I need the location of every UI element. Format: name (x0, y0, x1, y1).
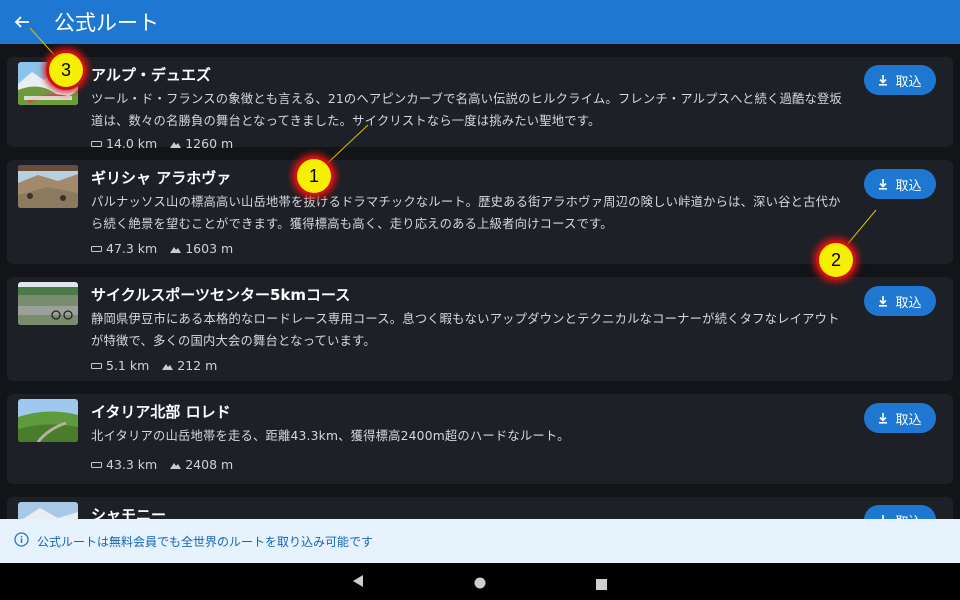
info-banner: 公式ルートは無料会員でも全世界のルートを取り込み可能です (0, 519, 960, 563)
route-description: パルナッソス山の標高高い山岳地帯を抜けるドラマチックなルート。歴史ある街アラホヴ… (91, 195, 841, 231)
ruler-icon (91, 140, 102, 148)
route-card[interactable]: サイクルスポーツセンター5kmコース 静岡県伊豆市にある本格的なロードレース専用… (7, 277, 953, 381)
ruler-icon (91, 245, 102, 253)
route-thumbnail (18, 502, 78, 519)
mountain-icon (170, 461, 182, 469)
download-icon (878, 74, 888, 86)
mountain-icon (170, 245, 182, 253)
route-thumbnail (18, 165, 78, 208)
route-list[interactable]: アルプ・デュエズ ツール・ド・フランスの象徴とも言える、21のヘアピンカーブで名… (0, 44, 960, 519)
import-button[interactable]: 取込 (864, 65, 936, 95)
page-title: 公式ルート (54, 11, 159, 35)
route-card[interactable]: ギリシャ アラホヴァ パルナッソス山の標高高い山岳地帯を抜けるドラマチックなルー… (7, 160, 953, 264)
route-thumbnail (18, 282, 78, 325)
route-description: 北イタリアの山岳地帯を走る、距離43.3km、獲得標高2400m超のハードなルー… (91, 429, 570, 443)
route-distance: 47.3 km (106, 241, 158, 256)
route-elevation: 1260 m (185, 136, 234, 151)
route-elevation: 2408 m (185, 457, 234, 472)
import-button-label: 取込 (895, 295, 922, 311)
route-title: サイクルスポーツセンター5kmコース (91, 286, 351, 304)
import-button[interactable]: 取込 (864, 505, 936, 519)
route-stats: 5.1 km 212 m (91, 358, 230, 373)
import-button-label: 取込 (895, 412, 922, 428)
ruler-icon (91, 461, 102, 469)
route-stats: 14.0 km 1260 m (91, 136, 246, 151)
back-button[interactable] (0, 0, 44, 44)
route-stats: 47.3 km 1603 m (91, 241, 246, 256)
route-distance: 14.0 km (106, 136, 158, 151)
route-elevation: 212 m (177, 358, 218, 373)
download-icon (878, 178, 888, 190)
import-button-label: 取込 (895, 74, 922, 90)
route-title: イタリア北部 ロレド (91, 403, 231, 421)
download-icon (878, 412, 888, 424)
app-bar: 公式ルート (0, 0, 960, 44)
ruler-icon (91, 362, 102, 370)
import-button[interactable]: 取込 (864, 169, 936, 199)
nav-recents-icon[interactable] (596, 575, 607, 594)
route-card[interactable]: イタリア北部 ロレド 北イタリアの山岳地帯を走る、距離43.3km、獲得標高24… (7, 394, 953, 484)
download-icon (878, 295, 888, 307)
route-card[interactable]: シャモニー 取込 (7, 497, 953, 519)
route-description: 静岡県伊豆市にある本格的なロードレース専用コース。息つく暇もないアップダウンとテ… (91, 312, 840, 348)
route-elevation: 1603 m (185, 241, 234, 256)
callout-marker: 2 (816, 240, 856, 280)
route-description: ツール・ド・フランスの象徴とも言える、21のヘアピンカーブで名高い伝説のヒルクラ… (91, 92, 843, 128)
import-button-label: 取込 (895, 178, 922, 194)
route-stats: 43.3 km 2408 m (91, 457, 246, 472)
route-title: ギリシャ アラホヴァ (91, 169, 232, 187)
import-button[interactable]: 取込 (864, 286, 936, 316)
nav-back-icon[interactable] (352, 573, 364, 592)
arrow-left-icon (14, 16, 29, 28)
import-button-label: 取込 (895, 511, 921, 520)
system-nav-bar (0, 563, 960, 600)
callout-marker: 3 (46, 50, 86, 90)
import-button[interactable]: 取込 (864, 403, 936, 433)
mountain-icon (162, 362, 174, 370)
route-title: アルプ・デュエズ (91, 66, 211, 84)
route-title: シャモニー (91, 506, 167, 519)
info-banner-text: 公式ルートは無料会員でも全世界のルートを取り込み可能です (37, 534, 374, 549)
mountain-icon (170, 140, 182, 148)
route-thumbnail (18, 399, 78, 442)
nav-home-icon[interactable] (474, 574, 486, 593)
info-icon (14, 531, 29, 551)
route-card[interactable]: アルプ・デュエズ ツール・ド・フランスの象徴とも言える、21のヘアピンカーブで名… (7, 57, 953, 151)
callout-marker: 1 (294, 156, 334, 196)
route-distance: 43.3 km (106, 457, 158, 472)
route-distance: 5.1 km (106, 358, 150, 373)
